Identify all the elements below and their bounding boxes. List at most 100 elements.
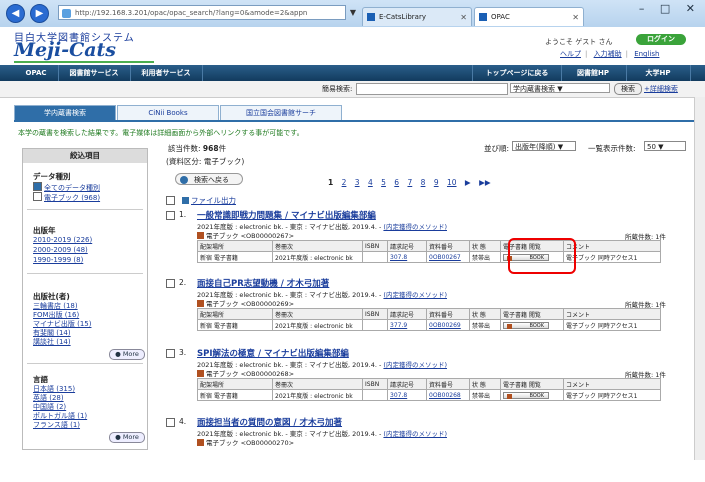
back-to-search-button[interactable]: 検索へ戻る (175, 173, 243, 185)
table-link[interactable]: 0OB00267 (429, 254, 461, 261)
filter-language[interactable]: フランス語 (1) (33, 420, 80, 430)
address-bar[interactable]: http://192.168.3.201/opac/opac_search/?l… (58, 5, 346, 20)
tab-opac[interactable]: OPAC ✕ (474, 7, 584, 26)
filter-year[interactable]: 2010-2019 (226) (33, 236, 92, 244)
page-link[interactable]: 3 (355, 178, 360, 187)
back-icon[interactable]: ◀ (6, 4, 25, 23)
sort-label: 並び順: (484, 144, 510, 153)
table-header-cell: コメント (563, 240, 661, 252)
nav-library-service[interactable]: 図書館サービス (58, 65, 131, 81)
page-link[interactable]: 2 (342, 178, 347, 187)
quick-search-label: 簡易検索: (322, 85, 353, 93)
filter-publisher[interactable]: 講談社 (14) (33, 337, 71, 347)
page-link[interactable]: 7 (407, 178, 412, 187)
file-output-link[interactable]: ファイル出力 (182, 195, 236, 206)
series-link[interactable]: (内定獲得のメソッド) (383, 361, 447, 369)
english-link[interactable]: English (634, 50, 659, 58)
table-header-cell: 状 態 (469, 240, 501, 252)
page-link[interactable]: 6 (394, 178, 399, 187)
table-link[interactable]: 0OB00268 (429, 392, 461, 399)
table-cell: 禁帯出 (469, 389, 501, 401)
close-tab-icon[interactable]: ✕ (460, 8, 467, 26)
forward-icon[interactable]: ▶ (30, 4, 49, 23)
record-checkbox[interactable] (166, 349, 175, 358)
filter-title: 絞込項目 (23, 149, 147, 163)
table-cell (362, 251, 388, 263)
more-button[interactable]: ● More (109, 432, 145, 443)
record-title-link[interactable]: 面接担当者の質問の意図 / 才木弓加著 (197, 416, 342, 428)
table-cell: 禁帯出 (469, 251, 501, 263)
table-header-cell: 電子書籍 閲覧 (500, 308, 564, 320)
tab-ndl-search[interactable]: 国立国会図書館サーチ (220, 105, 342, 121)
record-id: 電子ブック <OB00000268> (197, 368, 294, 378)
record-title-link[interactable]: SPI解法の極意 / マイナビ出版編集部編 (197, 347, 349, 359)
record-checkbox[interactable] (166, 211, 175, 220)
tab-local-holdings[interactable]: 学内蔵書検索 (14, 105, 116, 121)
filter-head-datatype: データ種別 (33, 172, 71, 181)
table-row: 新宿 電子書籍 2021年度版 : electronic bk 307.8 0OB00… (197, 251, 661, 263)
ebook-view-button[interactable]: BOOK (503, 321, 549, 329)
page-link[interactable]: 5 (381, 178, 386, 187)
sort-select[interactable]: 出版年(降順) ▼ (512, 141, 576, 151)
record-checkbox[interactable] (166, 279, 175, 288)
nav-top-page[interactable]: トップページに戻る (472, 65, 562, 81)
search-scope-select[interactable]: 学内蔵書検索 ▼ (510, 83, 610, 93)
search-button[interactable]: 検索 (614, 83, 642, 95)
table-link[interactable]: 377.9 (390, 322, 407, 329)
table-cell: 2021年度版 : electronic bk (272, 319, 363, 331)
filter-ebook[interactable]: 電子ブック (968) (33, 192, 100, 203)
close-tab-icon[interactable]: ✕ (572, 8, 579, 26)
table-cell: 0OB00269 (426, 319, 470, 331)
page-link[interactable]: 9 (434, 178, 439, 187)
login-button[interactable]: ログイン (636, 34, 686, 45)
nav-library-hp[interactable]: 図書館HP (560, 65, 627, 81)
table-header-cell: 電子書籍 閲覧 (500, 378, 564, 390)
table-header-cell: 資料番号 (426, 308, 470, 320)
ebook-view-button[interactable]: BOOK (503, 391, 549, 399)
last-page-icon[interactable]: ▶▶ (479, 178, 491, 187)
tab-cinii[interactable]: CiNii Books (117, 105, 219, 121)
advanced-search-link[interactable]: +詳細検索 (644, 84, 678, 94)
table-header-cell: 状 態 (469, 378, 501, 390)
filter-year[interactable]: 1990-1999 (8) (33, 256, 83, 264)
series-link[interactable]: (内定獲得のメソッド) (383, 291, 447, 299)
table-header-cell: 資料番号 (426, 240, 470, 252)
help-link[interactable]: ヘルプ (560, 50, 581, 58)
next-page-icon[interactable]: ▶ (465, 178, 471, 187)
record-title-link[interactable]: 面接自己PR志望動機 / 才木弓加著 (197, 277, 329, 289)
table-header-cell: コメント (563, 308, 661, 320)
page-link[interactable]: 8 (421, 178, 426, 187)
record-checkbox[interactable] (166, 418, 175, 427)
table-link[interactable]: 307.8 (390, 392, 407, 399)
divider (27, 209, 143, 210)
page-link[interactable]: 10 (447, 178, 457, 187)
series-link[interactable]: (内定獲得のメソッド) (383, 223, 447, 231)
table-link[interactable]: 0OB00269 (429, 322, 461, 329)
nav-user-service[interactable]: 利用者サービス (130, 65, 203, 81)
series-link[interactable]: (内定獲得のメソッド) (383, 430, 447, 438)
table-header-cell: ISBN (362, 378, 388, 390)
nav-opac[interactable]: OPAC (14, 65, 59, 81)
window-controls[interactable]: – □ ✕ (639, 2, 701, 15)
display-count-select[interactable]: 50 ▼ (644, 141, 686, 151)
table-header-cell: 配架場所 (197, 378, 273, 390)
page-link[interactable]: 4 (368, 178, 373, 187)
tab-ecats[interactable]: E-CatsLibrary ✕ (362, 7, 472, 26)
select-all-checkbox[interactable] (166, 196, 175, 205)
scrollbar[interactable] (694, 97, 705, 460)
input-assist-link[interactable]: 入力補助 (594, 50, 622, 58)
more-button[interactable]: ● More (109, 349, 145, 360)
ebook-icon (197, 232, 204, 239)
result-record: 2. 面接自己PR志望動機 / 才木弓加著 2021年度版 : electronic… (165, 277, 690, 343)
record-number: 4. (179, 417, 187, 426)
record-title-link[interactable]: 一般常識即戦力問題集 / マイナビ出版編集部編 (197, 209, 376, 221)
record-id: 電子ブック <OB00000267> (197, 230, 294, 240)
nav-univ-hp[interactable]: 大学HP (626, 65, 691, 81)
filter-year[interactable]: 2000-2009 (48) (33, 246, 88, 254)
address-dropdown-icon[interactable]: ▼ (347, 5, 359, 20)
quick-search-bar: 簡易検索: 学内蔵書検索 ▼ 検索 +詳細検索 (0, 81, 705, 98)
table-link[interactable]: 307.8 (390, 254, 407, 261)
quick-search-input[interactable] (356, 83, 508, 95)
display-count-label: 一覧表示件数: (588, 144, 636, 153)
site-logo[interactable]: Meji-Cats (14, 39, 116, 61)
